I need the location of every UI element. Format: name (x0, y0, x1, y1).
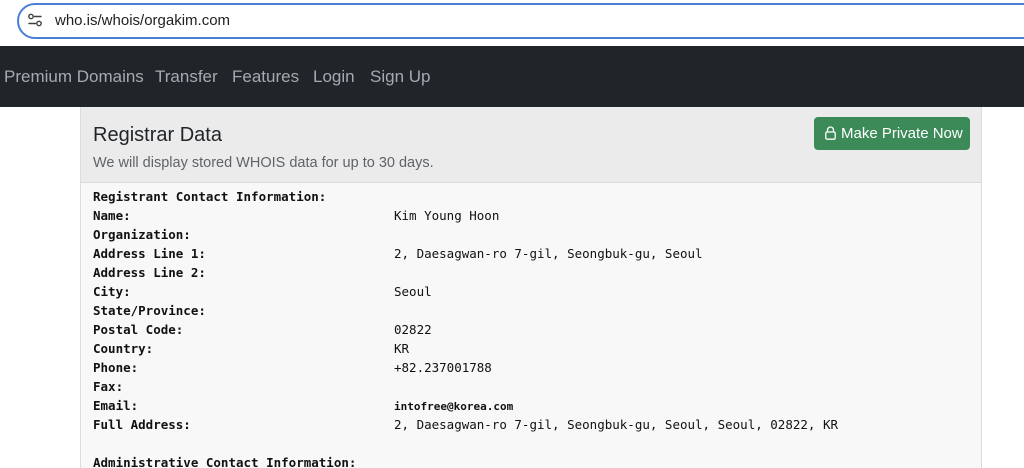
field-label: Full Address: (93, 417, 191, 432)
nav-transfer[interactable]: Transfer (155, 66, 218, 88)
whois-row-address-line-1: Address Line 1: 2, Daesagwan-ro 7-gil, S… (93, 246, 973, 265)
nav-features[interactable]: Features (232, 66, 299, 88)
nav-sign-up[interactable]: Sign Up (370, 66, 430, 88)
email-value: intofree@korea.com (394, 400, 514, 413)
field-label: State/Province: (93, 303, 206, 318)
site-settings-icon[interactable] (27, 12, 43, 28)
registrant-heading: Registrant Contact Information: (93, 189, 327, 204)
whois-row-phone: Phone: +82.237001788 (93, 360, 973, 379)
whois-row-fax: Fax: (93, 379, 973, 398)
field-label: Organization: (93, 227, 191, 242)
whois-row-postal-code: Postal Code: 02822 (93, 322, 973, 341)
field-label: Postal Code: (93, 322, 184, 337)
field-label: Address Line 1: (93, 246, 206, 261)
field-label: Phone: (93, 360, 139, 375)
panel-header: Registrar Data We will display stored WH… (81, 107, 981, 183)
field-value: +82.237001788 (394, 360, 492, 375)
whois-row-country: Country: KR (93, 341, 973, 360)
panel-subtitle: We will display stored WHOIS data for up… (93, 155, 434, 171)
nav-premium-domains[interactable]: Premium Domains (4, 66, 144, 88)
field-label: Country: (93, 341, 154, 356)
field-label: City: (93, 284, 131, 299)
whois-row-state-province: State/Province: (93, 303, 973, 322)
whois-row-full-address: Full Address: 2, Daesagwan-ro 7-gil, Seo… (93, 417, 973, 436)
field-value: Kim Young Hoon (394, 208, 500, 223)
registrar-data-panel: Registrar Data We will display stored WH… (80, 107, 982, 468)
nav-login[interactable]: Login (313, 66, 355, 88)
site-navbar: Premium Domains Transfer Features Login … (0, 46, 1024, 107)
field-value: Seoul (394, 284, 432, 299)
make-private-button[interactable]: Make Private Now (814, 117, 970, 150)
field-value: 2, Daesagwan-ro 7-gil, Seongbuk-gu, Seou… (394, 417, 839, 432)
url-text[interactable]: who.is/whois/orgakim.com (55, 11, 230, 31)
field-label: Name: (93, 208, 131, 223)
field-value: 02822 (394, 322, 432, 337)
lock-icon (825, 126, 836, 140)
field-label: Email: (93, 398, 139, 413)
administrative-heading: Administrative Contact Information: (93, 455, 357, 468)
whois-row-email: Email: intofree@korea.com (93, 398, 973, 417)
whois-row-name: Name: Kim Young Hoon (93, 208, 973, 227)
make-private-label: Make Private Now (841, 125, 963, 142)
field-value: 2, Daesagwan-ro 7-gil, Seongbuk-gu, Seou… (394, 246, 703, 261)
whois-row-city: City: Seoul (93, 284, 973, 303)
whois-row-address-line-2: Address Line 2: (93, 265, 973, 284)
panel-title: Registrar Data (93, 124, 222, 146)
field-value: KR (394, 341, 410, 356)
field-label: Address Line 2: (93, 265, 206, 280)
whois-row-organization: Organization: (93, 227, 973, 246)
field-label: Fax: (93, 379, 124, 394)
browser-toolbar: who.is/whois/orgakim.com (0, 0, 1024, 46)
